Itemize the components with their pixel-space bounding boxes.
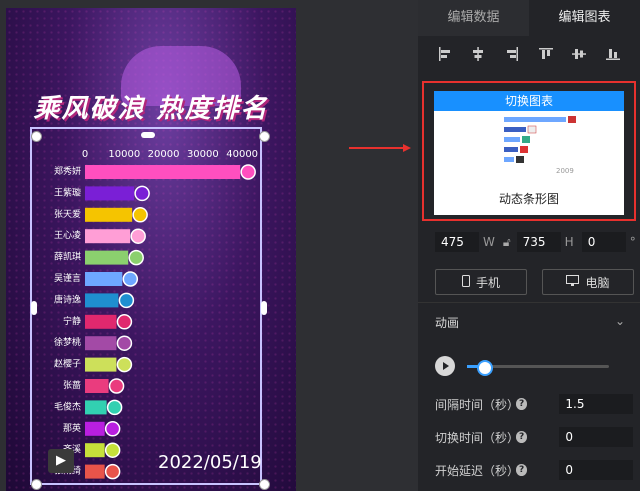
switch-time-input[interactable]: 0 — [559, 427, 633, 447]
start-delay-input[interactable]: 0 — [559, 460, 633, 480]
panel-tabs: 编辑数据 编辑图表 — [418, 0, 640, 36]
flag-icon — [516, 156, 524, 163]
help-icon[interactable]: ? — [515, 464, 528, 476]
align-right-icon[interactable] — [502, 44, 522, 64]
play-button[interactable] — [435, 356, 455, 376]
resize-handle-top-right[interactable] — [259, 131, 270, 142]
monitor-icon — [566, 274, 580, 290]
align-top-icon[interactable] — [536, 44, 556, 64]
lock-icon[interactable]: 🔓︎ — [503, 235, 511, 250]
interval-row: 间隔时间（秒） ? 1.5 — [435, 394, 633, 414]
flag-icon — [522, 136, 530, 143]
play-icon — [443, 362, 449, 370]
start-delay-row: 开始延迟（秒） ? 0 — [435, 460, 633, 480]
date-label: 2022/05/19 — [158, 452, 262, 473]
slider-track[interactable] — [467, 360, 609, 376]
desktop-label: 电脑 — [585, 275, 610, 290]
animation-label: 动画 — [435, 316, 460, 330]
tab-edit-data[interactable]: 编辑数据 — [418, 0, 529, 36]
align-bottom-icon[interactable] — [603, 44, 623, 64]
flag-icon — [527, 125, 537, 134]
resize-handle-bottom-left[interactable] — [31, 479, 42, 490]
device-toggle: 手机 电脑 — [435, 269, 634, 295]
height-unit: H — [564, 235, 574, 249]
preview-year: 2009 — [556, 167, 574, 175]
flag-icon — [568, 116, 576, 123]
switch-chart-card[interactable]: 切换图表 2009 动态条形图 — [422, 81, 636, 221]
resize-handle-right[interactable] — [261, 301, 267, 315]
start-delay-label: 开始延迟（秒） — [435, 463, 520, 478]
animation-section-header[interactable]: 动画 ⌄ — [435, 314, 625, 331]
align-center-horizontal-icon[interactable] — [468, 44, 488, 64]
mobile-label: 手机 — [475, 275, 500, 290]
animation-slider[interactable] — [435, 356, 631, 376]
desktop-button[interactable]: 电脑 — [542, 269, 634, 295]
switch-time-label: 切换时间（秒） — [435, 430, 520, 445]
selection-frame[interactable] — [30, 127, 262, 485]
height-input[interactable]: 735 — [516, 232, 561, 252]
rotation-input[interactable]: 0 — [581, 232, 626, 252]
width-input[interactable]: 475 — [435, 232, 479, 252]
interval-input[interactable]: 1.5 — [559, 394, 633, 414]
resize-handle-bottom-right[interactable] — [259, 479, 270, 490]
bar-chart-thumbnail: 2009 — [504, 116, 576, 175]
flag-icon — [520, 146, 528, 153]
align-toolbar — [418, 36, 640, 72]
properties-panel: 编辑数据 编辑图表 切换图表 2009 动态条形图 475 W 🔓︎ 735 H… — [418, 0, 640, 491]
chart-type-name: 动态条形图 — [498, 192, 559, 206]
preview-play-button[interactable]: ▶ — [48, 449, 74, 473]
tab-edit-chart[interactable]: 编辑图表 — [529, 0, 640, 36]
slider-knob[interactable] — [477, 360, 494, 376]
help-icon[interactable]: ? — [515, 398, 528, 410]
interval-label: 间隔时间（秒） — [435, 397, 520, 412]
resize-handle-top[interactable] — [141, 132, 155, 138]
align-middle-vertical-icon[interactable] — [569, 44, 589, 64]
switch-chart-header[interactable]: 切换图表 — [434, 91, 624, 111]
poster-title: 乘风破浪 热度排名 — [33, 94, 269, 124]
resize-handle-left[interactable] — [31, 301, 37, 315]
phone-icon — [461, 274, 470, 290]
size-controls: 475 W 🔓︎ 735 H 0 ° — [435, 232, 640, 252]
canvas-area: 乘风破浪 热度排名 0 10000 20000 30000 40000 郑秀妍 王紫璇 张天爱… — [0, 0, 418, 491]
help-icon[interactable]: ? — [515, 431, 528, 443]
resize-handle-top-left[interactable] — [31, 131, 42, 142]
chevron-down-icon[interactable]: ⌄ — [615, 314, 625, 331]
chart-preview[interactable]: 切换图表 2009 动态条形图 — [434, 91, 624, 215]
rotation-unit: ° — [629, 235, 636, 249]
divider — [418, 302, 640, 303]
width-unit: W — [483, 235, 495, 249]
mobile-button[interactable]: 手机 — [435, 269, 527, 295]
pointer-arrow-icon — [349, 144, 411, 152]
align-left-icon[interactable] — [435, 44, 455, 64]
switch-time-row: 切换时间（秒） ? 0 — [435, 427, 633, 447]
